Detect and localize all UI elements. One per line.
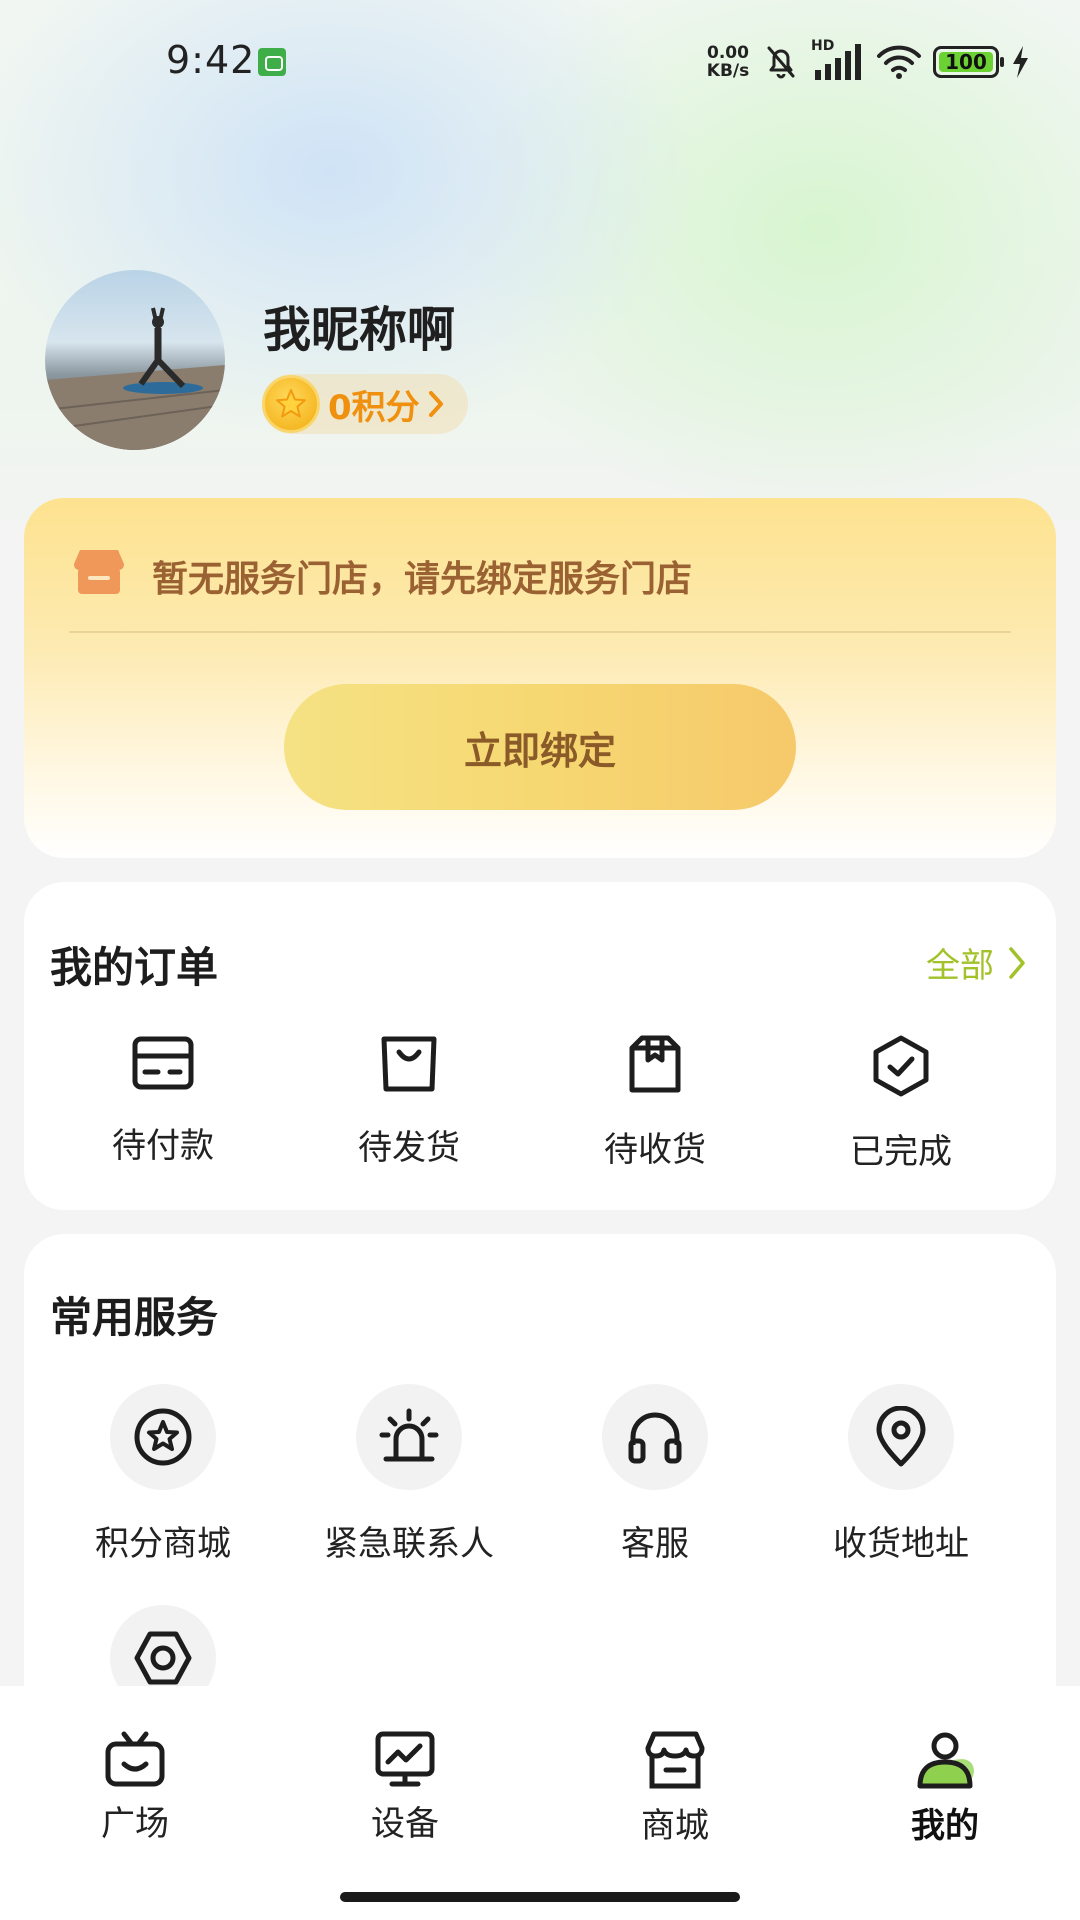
charging-bolt-icon xyxy=(1013,46,1028,78)
mute-bell-icon xyxy=(767,46,795,79)
net-speed-unit: KB/s xyxy=(706,61,750,81)
order-pending-payment[interactable]: 待付款 xyxy=(40,1034,286,1173)
star-icon xyxy=(134,1408,192,1466)
bottom-nav: 广场 设备 商城 我的 xyxy=(0,1686,1080,1920)
card-icon xyxy=(132,1036,194,1090)
monitor-icon xyxy=(375,1731,435,1787)
net-speed: 0.00 KB/s xyxy=(705,44,751,80)
orders-card: 我的订单 全部 待付款 待发货 待收货 已完成 xyxy=(24,882,1056,1210)
avatar[interactable] xyxy=(45,270,225,450)
tv-icon xyxy=(105,1731,165,1787)
order-pending-shipment[interactable]: 待发货 xyxy=(286,1034,532,1173)
store-icon xyxy=(645,1731,705,1789)
order-item-label: 待付款 xyxy=(112,1126,214,1166)
service-label: 收货地址 xyxy=(833,1524,969,1564)
order-item-label: 已完成 xyxy=(850,1132,952,1172)
points-pill[interactable]: 0积分 xyxy=(262,374,468,434)
store-binding-card: 暂无服务门店，请先绑定服务门店 立即绑定 xyxy=(24,498,1056,858)
status-bar: 9:42 0.00 KB/s HD 100 xyxy=(0,0,1080,120)
service-emergency-contact[interactable]: 紧急联系人 xyxy=(286,1384,532,1565)
service-label: 紧急联系人 xyxy=(324,1524,494,1564)
order-completed[interactable]: 已完成 xyxy=(778,1034,1024,1173)
divider xyxy=(69,631,1011,633)
status-time: 9:42 xyxy=(166,38,256,82)
nav-label: 我的 xyxy=(911,1806,979,1846)
store-message: 暂无服务门店，请先绑定服务门店 xyxy=(152,559,693,600)
bind-now-button[interactable]: 立即绑定 xyxy=(284,684,796,810)
nav-devices[interactable]: 设备 xyxy=(270,1730,540,1847)
service-customer-support[interactable]: 客服 xyxy=(532,1384,778,1565)
service-label: 积分商城 xyxy=(95,1524,231,1564)
orders-title: 我的订单 xyxy=(50,943,219,992)
chevron-right-icon xyxy=(1009,946,1025,979)
notification-app-icon xyxy=(258,48,286,76)
check-badge-icon xyxy=(873,1035,929,1097)
nav-plaza[interactable]: 广场 xyxy=(0,1730,270,1847)
person-icon xyxy=(917,1732,974,1789)
battery-level: 100 xyxy=(945,50,987,74)
service-label: 客服 xyxy=(621,1524,689,1564)
order-item-label: 待收货 xyxy=(604,1130,706,1170)
store-icon xyxy=(74,550,124,594)
battery-indicator: 100 xyxy=(933,46,1004,78)
cell-signal-icon: HD xyxy=(811,38,865,82)
alarm-icon xyxy=(379,1408,439,1462)
package-icon xyxy=(629,1035,681,1093)
location-pin-icon xyxy=(876,1406,926,1467)
see-all-orders-link[interactable]: 全部 xyxy=(926,938,1028,987)
points-label: 0积分 xyxy=(328,387,420,428)
service-points-mall[interactable]: 积分商城 xyxy=(40,1384,286,1565)
nickname[interactable]: 我昵称啊 xyxy=(263,290,455,360)
order-pending-receipt[interactable]: 待收货 xyxy=(532,1034,778,1173)
headphones-icon xyxy=(628,1412,682,1464)
bag-icon xyxy=(381,1036,437,1092)
net-speed-value: 0.00 xyxy=(707,43,749,63)
nav-label: 广场 xyxy=(101,1804,169,1844)
nav-mine[interactable]: 我的 xyxy=(810,1730,1080,1847)
see-all-label: 全部 xyxy=(926,946,994,986)
order-status-row: 待付款 待发货 待收货 已完成 xyxy=(24,1034,1056,1173)
nav-label: 设备 xyxy=(371,1804,439,1844)
order-item-label: 待发货 xyxy=(358,1128,460,1168)
service-shipping-address[interactable]: 收货地址 xyxy=(778,1384,1024,1565)
wifi-icon xyxy=(877,45,921,79)
services-title: 常用服务 xyxy=(50,1293,219,1342)
chevron-right-icon xyxy=(428,391,443,417)
hex-nut-icon xyxy=(134,1631,192,1685)
coin-star-icon xyxy=(262,375,320,433)
nav-label: 商城 xyxy=(641,1806,709,1846)
nav-mall[interactable]: 商城 xyxy=(540,1730,810,1847)
status-icons: 0.00 KB/s HD 100 xyxy=(705,38,1031,86)
home-indicator[interactable] xyxy=(340,1892,740,1902)
